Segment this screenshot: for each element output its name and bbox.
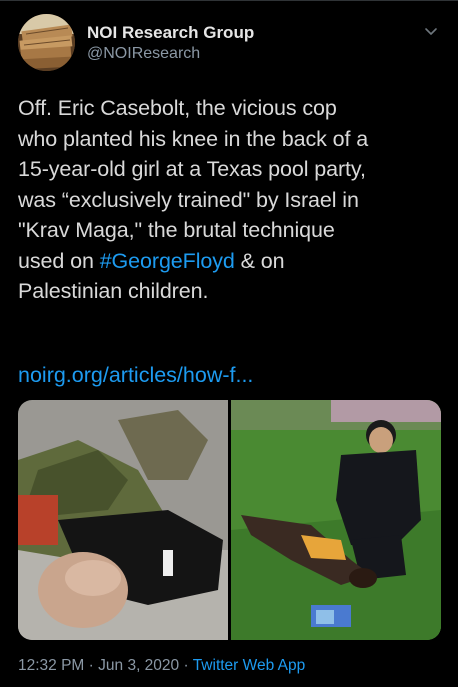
media-grid — [18, 400, 441, 640]
tweet-source[interactable]: Twitter Web App — [193, 657, 306, 674]
tweet-text-line: was “exclusively trained" by Israel in — [18, 187, 359, 212]
tweet-text-line: 15-year-old girl at a Texas pool party, — [18, 157, 366, 181]
author-display-name[interactable]: NOI Research Group — [87, 23, 254, 43]
tweet-time[interactable]: 12:32 PM — [18, 657, 84, 674]
author-names: NOI Research Group @NOIResearch — [87, 23, 254, 65]
tweet-date[interactable]: Jun 3, 2020 — [98, 657, 179, 674]
tweet-header: NOI Research Group @NOIResearch — [18, 14, 440, 74]
tweet-text-line: used on #GeorgeFloyd & on — [18, 246, 440, 277]
media-photo-left[interactable] — [18, 400, 228, 640]
top-divider — [0, 0, 458, 1]
text-segment: & on — [234, 248, 285, 273]
article-link[interactable]: noirg.org/articles/how-f... — [18, 360, 253, 390]
meta-separator: · — [183, 657, 189, 674]
book-stack-avatar-icon — [18, 14, 75, 71]
tweet-text: Off. Eric Casebolt, the vicious cop who … — [18, 93, 440, 307]
tweet-text-line: Palestinian children. — [18, 279, 209, 303]
photo-soldier-kneeling-icon — [18, 400, 228, 640]
chevron-down-icon[interactable] — [422, 22, 440, 40]
meta-separator: · — [88, 657, 94, 674]
photo-officer-kneeling-icon — [231, 400, 441, 640]
media-photo-right[interactable] — [231, 400, 441, 640]
author-handle[interactable]: @NOIResearch — [87, 43, 254, 65]
tweet-text-line: Off. Eric Casebolt, the vicious cop — [18, 96, 337, 120]
avatar[interactable] — [18, 14, 75, 71]
tweet-text-line: who planted his knee in the back of a — [18, 126, 369, 151]
tweet-meta: 12:32 PM · Jun 3, 2020 · Twitter Web App — [18, 656, 305, 676]
text-segment: used on — [18, 248, 100, 273]
tweet-text-line: "Krav Maga," the brutal technique — [18, 218, 335, 242]
hashtag-link[interactable]: #GeorgeFloyd — [100, 249, 235, 273]
